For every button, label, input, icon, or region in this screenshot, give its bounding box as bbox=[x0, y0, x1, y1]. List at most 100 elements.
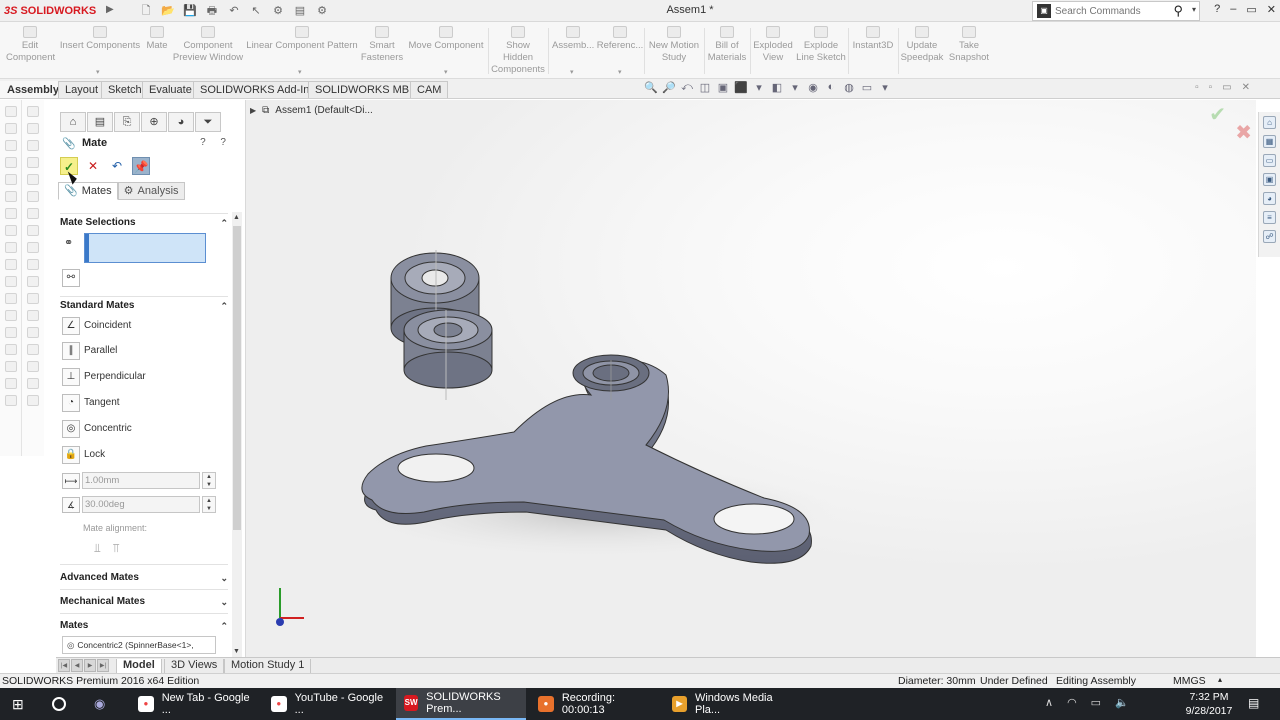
perpendicular-mate-button[interactable]: ⊥ Perpendicular bbox=[60, 367, 230, 387]
tangent-mate-button[interactable]: ◔ Tangent bbox=[60, 393, 230, 413]
apply-scene-icon[interactable]: ◍ bbox=[842, 81, 856, 96]
battery-icon[interactable]: ▭ bbox=[1091, 696, 1101, 709]
taskbar-item-media-player[interactable]: ▶ Windows Media Pla... bbox=[664, 688, 794, 720]
mates-header[interactable]: Mates ⌃ bbox=[60, 620, 228, 636]
design-library-icon[interactable]: ▦ bbox=[1263, 135, 1276, 148]
appearances-icon[interactable]: ◕ bbox=[1263, 192, 1276, 205]
instant3d-button[interactable]: Instant3D bbox=[850, 26, 896, 52]
distance-spinner[interactable]: ▲ ▼ bbox=[202, 472, 216, 489]
strip-icon[interactable] bbox=[4, 225, 17, 236]
strip-icon[interactable] bbox=[27, 208, 39, 219]
options-icon[interactable]: ⚙ bbox=[314, 3, 330, 19]
strip-icon[interactable] bbox=[4, 276, 17, 287]
move-component-button[interactable]: Move Component bbox=[406, 26, 486, 52]
taskbar-item-recording[interactable]: ● Recording: 00:00:13 bbox=[530, 688, 660, 720]
open-icon[interactable]: 📂 bbox=[160, 3, 176, 19]
assembly-features-dropdown-icon[interactable]: ▾ bbox=[570, 68, 574, 76]
dimxpert-tab-icon[interactable]: ⊕ bbox=[141, 112, 167, 132]
coincident-mate-button[interactable]: ∠ Coincident bbox=[60, 316, 230, 336]
flyout-feature-tree[interactable]: ▶ ⧉ Assem1 (Default<Di... bbox=[250, 105, 373, 116]
minimize-icon[interactable]: – bbox=[1230, 3, 1236, 16]
cancel-button[interactable]: ✕ bbox=[84, 157, 102, 175]
network-icon[interactable]: ◠ bbox=[1067, 696, 1077, 709]
show-hidden-components-button[interactable]: Show Hidden Components bbox=[490, 26, 546, 76]
advanced-mates-header[interactable]: Advanced Mates ⌄ bbox=[60, 572, 228, 588]
tab-model[interactable]: Model bbox=[116, 659, 162, 673]
mates-list[interactable]: ◎ Concentric2 (SpinnerBase<1>, bbox=[62, 636, 216, 654]
view-palette-icon[interactable]: ▣ bbox=[1263, 173, 1276, 186]
undo-button[interactable]: ↶ bbox=[108, 157, 126, 175]
aligned-icon[interactable]: ⫫ bbox=[94, 541, 101, 556]
custom-properties-icon[interactable]: ≡ bbox=[1263, 211, 1276, 224]
units-selector[interactable]: MMGS bbox=[1173, 675, 1206, 687]
concentric-mate-button[interactable]: ◎ Concentric bbox=[60, 419, 230, 439]
strip-icon[interactable] bbox=[4, 208, 17, 219]
filter-icon[interactable]: ⏷ bbox=[195, 112, 221, 132]
select-icon[interactable]: ↖ bbox=[248, 3, 264, 19]
file-explorer-icon[interactable]: ▭ bbox=[1263, 154, 1276, 167]
property-manager-tab-icon[interactable]: ▤ bbox=[87, 112, 113, 132]
mate-list-item[interactable]: Concentric2 (SpinnerBase<1>, bbox=[77, 640, 193, 650]
confirmation-cancel-icon[interactable]: ✖ bbox=[1235, 120, 1252, 145]
menu-expand-icon[interactable]: ▶ bbox=[106, 4, 114, 15]
strip-icon[interactable] bbox=[27, 157, 39, 168]
linear-component-pattern-button[interactable]: Linear Component Pattern bbox=[246, 26, 358, 52]
display-manager-tab-icon[interactable]: ◕ bbox=[168, 112, 194, 132]
configuration-manager-tab-icon[interactable]: ⎘ bbox=[114, 112, 140, 132]
windows-start-icon[interactable]: ⊞ bbox=[12, 696, 24, 713]
viewport-restore-icon[interactable]: ▫ bbox=[1209, 82, 1213, 93]
mate-selections-header[interactable]: Mate Selections ⌃ bbox=[60, 217, 228, 233]
edit-appearance-icon[interactable]: ◐ bbox=[824, 81, 838, 96]
task-view-icon[interactable]: ◉ bbox=[94, 696, 105, 712]
fidget-spinner-model[interactable] bbox=[346, 250, 846, 570]
search-type-icon[interactable]: ▣ bbox=[1037, 4, 1051, 18]
close-icon[interactable]: ✕ bbox=[1267, 3, 1276, 16]
explode-line-sketch-button[interactable]: Explode Line Sketch bbox=[796, 26, 846, 64]
clock[interactable]: 7:32 PM 9/28/2017 bbox=[1183, 690, 1235, 718]
strip-icon[interactable] bbox=[27, 242, 39, 253]
insert-components-button[interactable]: Insert Components bbox=[58, 26, 142, 52]
forum-icon[interactable]: ☍ bbox=[1263, 230, 1276, 243]
insert-components-dropdown-icon[interactable]: ▾ bbox=[96, 68, 100, 76]
mate-button[interactable]: Mate bbox=[144, 26, 170, 52]
hide-show-items-icon[interactable]: ◉ bbox=[806, 81, 820, 96]
collapse-icon[interactable]: ⌃ bbox=[220, 301, 228, 312]
graphics-area[interactable]: ▶ ⧉ Assem1 (Default<Di... ✔ ✖ bbox=[246, 100, 1256, 657]
help-button[interactable]: ? bbox=[1214, 3, 1220, 16]
multiple-mate-mode-icon[interactable]: ⚯ bbox=[62, 269, 80, 287]
strip-icon[interactable] bbox=[27, 361, 39, 372]
new-icon[interactable]: 🗋 bbox=[138, 3, 154, 19]
distance-input[interactable] bbox=[82, 472, 200, 489]
collapse-icon[interactable]: ⌃ bbox=[220, 218, 228, 229]
tab-cam[interactable]: CAM bbox=[410, 81, 449, 98]
strip-icon[interactable] bbox=[4, 310, 17, 321]
dynamic-annotation-icon[interactable]: ▣ bbox=[716, 81, 730, 96]
zoom-to-area-icon[interactable]: 🔎 bbox=[662, 81, 676, 96]
strip-icon[interactable] bbox=[4, 140, 17, 151]
edit-component-button[interactable]: Edit Component bbox=[6, 26, 55, 64]
search-dropdown-icon[interactable]: ▾ bbox=[1192, 5, 1196, 14]
search-icon[interactable]: ⚲ bbox=[1173, 3, 1183, 19]
strip-icon[interactable] bbox=[4, 395, 17, 406]
strip-icon[interactable] bbox=[27, 293, 39, 304]
reference-geometry-button[interactable]: Referenc... bbox=[596, 26, 644, 52]
tab-evaluate[interactable]: Evaluate bbox=[142, 81, 199, 98]
expand-icon[interactable]: ⌄ bbox=[220, 597, 228, 608]
exploded-view-button[interactable]: Exploded View bbox=[752, 26, 794, 64]
pm-scrollbar[interactable]: ▲ ▼ bbox=[232, 212, 242, 657]
strip-icon[interactable] bbox=[4, 327, 17, 338]
scroll-thumb[interactable] bbox=[233, 226, 241, 530]
maximize-icon[interactable]: ▭ bbox=[1246, 3, 1256, 16]
strip-icon[interactable] bbox=[4, 123, 17, 134]
tab-mates[interactable]: 📎 Mates bbox=[58, 182, 118, 200]
move-component-dropdown-icon[interactable]: ▾ bbox=[444, 68, 448, 76]
tab-motion-study-1[interactable]: Motion Study 1 bbox=[224, 659, 312, 673]
strip-icon[interactable] bbox=[27, 259, 39, 270]
tree-root-label[interactable]: Assem1 (Default<Di... bbox=[275, 105, 373, 116]
display-style-dropdown-icon[interactable]: ▾ bbox=[788, 81, 802, 96]
tab-analysis[interactable]: ⚙ Analysis bbox=[117, 182, 185, 200]
strip-icon[interactable] bbox=[4, 344, 17, 355]
angle-input[interactable] bbox=[82, 496, 200, 513]
collapse-icon[interactable]: ⌃ bbox=[220, 621, 228, 632]
expand-tree-icon[interactable]: ▶ bbox=[250, 106, 256, 115]
